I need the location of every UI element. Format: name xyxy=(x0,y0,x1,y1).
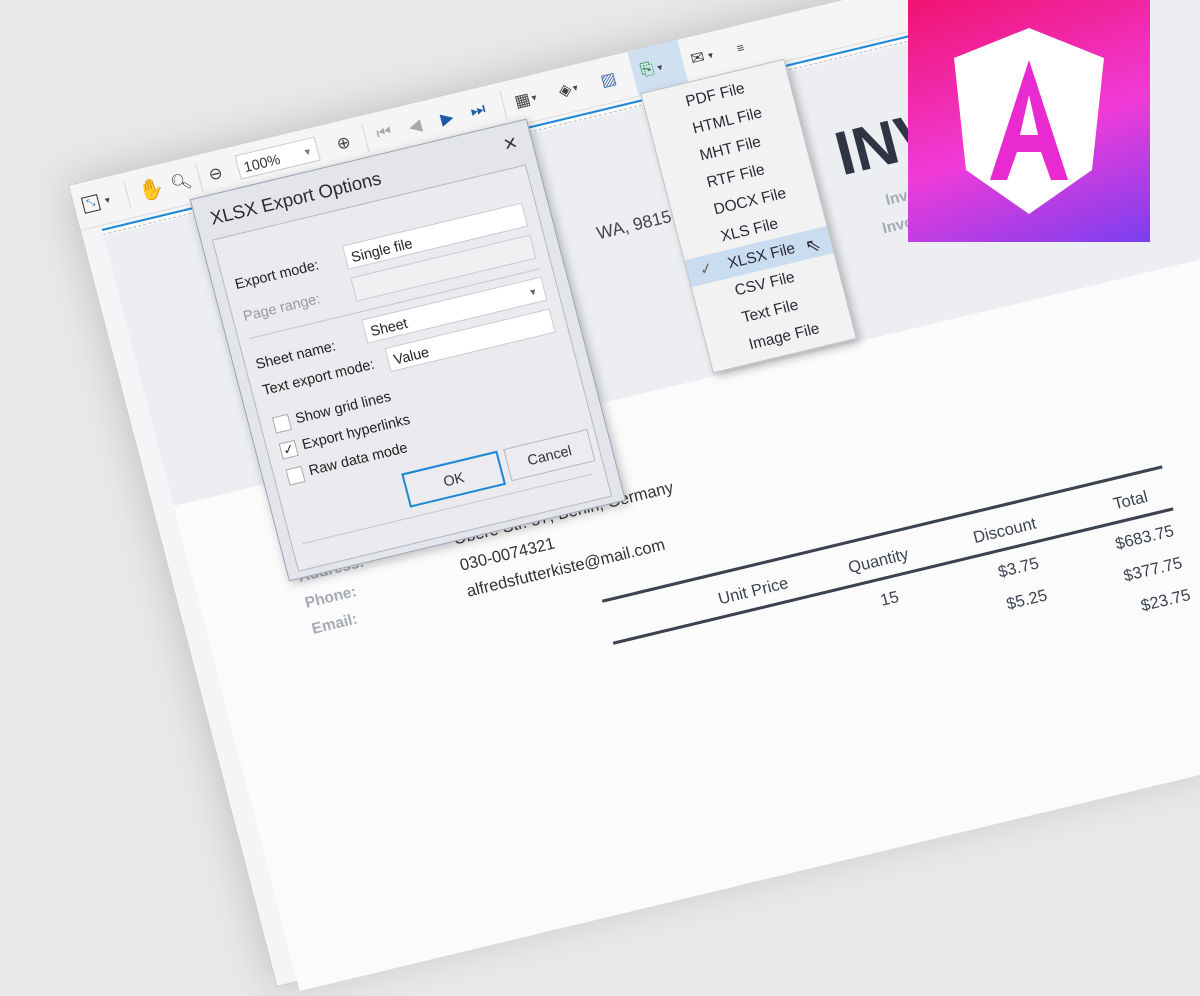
text-export-mode-value: Value xyxy=(391,343,431,368)
column-header-total: Total xyxy=(1111,488,1150,514)
row-discount: $5.25 xyxy=(1004,586,1050,614)
page-range-label: Page range: xyxy=(241,289,322,325)
export-icon: ⎘ ▼ xyxy=(638,59,666,80)
zoom-value: 100% xyxy=(241,150,282,176)
ok-button[interactable]: OK xyxy=(401,450,507,508)
options-panel: Export mode: Single file Page range: She… xyxy=(211,164,613,572)
export-mode-label: Export mode: xyxy=(232,256,321,293)
last-page-icon[interactable]: ⏭ xyxy=(468,97,489,124)
page-color-icon[interactable]: ◈ ▼ xyxy=(556,75,582,104)
fit-page-icon[interactable]: ⤡ ▼ xyxy=(80,187,115,218)
zoom-out-icon[interactable]: ⊖ xyxy=(206,160,226,187)
angular-shield-icon xyxy=(954,28,1104,214)
export-mode-value: Single file xyxy=(349,234,415,266)
send-email-icon[interactable]: ✉ ▼ xyxy=(688,42,718,72)
chevron-down-icon: ▼ xyxy=(527,286,539,299)
first-page-icon[interactable]: ⏮ xyxy=(374,120,395,147)
watermark-icon[interactable]: ▨ xyxy=(598,66,619,94)
export-hyperlinks-checkbox[interactable]: ✓ xyxy=(278,439,299,460)
show-grid-lines-checkbox[interactable] xyxy=(271,413,293,434)
sheet-name-value: Sheet xyxy=(368,314,410,340)
chevron-down-icon: ▼ xyxy=(301,145,314,159)
zoom-tool-icon[interactable]: 🔍︎ xyxy=(168,168,195,197)
check-icon: ✓ xyxy=(697,259,715,280)
hand-tool-icon[interactable]: ✋ xyxy=(136,174,167,204)
close-icon[interactable]: × xyxy=(501,129,521,158)
overflow-icon[interactable]: ≡ xyxy=(734,35,747,61)
previous-page-icon[interactable]: ◀ xyxy=(406,113,425,140)
next-page-icon[interactable]: ▶ xyxy=(438,105,457,132)
multipage-icon[interactable]: ▦ ▼ xyxy=(512,85,541,115)
raw-data-mode-checkbox[interactable] xyxy=(285,465,306,486)
cancel-button[interactable]: Cancel xyxy=(503,429,596,482)
table-top-rule xyxy=(601,465,1163,603)
email-label: Email: xyxy=(309,610,360,638)
zoom-in-icon[interactable]: ⊕ xyxy=(334,130,354,157)
row-total: $23.75 xyxy=(1139,586,1193,616)
angular-logo xyxy=(908,0,1150,242)
phone-label: Phone: xyxy=(303,582,359,612)
